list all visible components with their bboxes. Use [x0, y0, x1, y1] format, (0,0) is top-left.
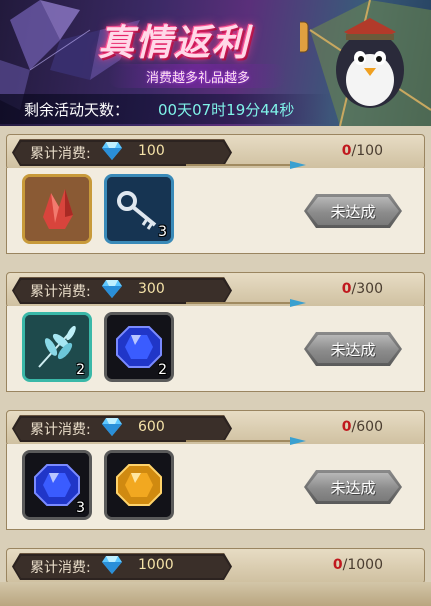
event-banner: 真情返利 消费越多礼品越多 剩余活动天数： 00天07时19分44秒 [0, 0, 431, 126]
tier-progress: 0/100 [341, 143, 383, 159]
button-label: 未达成 [330, 479, 376, 497]
tier-amount: 1000 [138, 557, 174, 573]
tier-card: 累计消费: 600 0/600 3 未达成 [6, 410, 425, 530]
reward-qty: 2 [158, 362, 167, 378]
tier-amount: 100 [138, 143, 165, 159]
tier-progress: 0/600 [341, 419, 383, 435]
countdown-label: 剩余活动天数： [24, 101, 130, 119]
button-label: 未达成 [330, 203, 376, 221]
gold-gem-icon [107, 453, 171, 517]
button-label: 未达成 [330, 341, 376, 359]
sword-divider-icon [186, 299, 306, 307]
reward-slot[interactable]: 2 [22, 312, 92, 382]
bottom-frame [0, 582, 431, 606]
tier-card: 累计消费: 100 0/100 3 未达成 [6, 134, 425, 254]
tier-amount: 300 [138, 281, 165, 297]
reward-qty: 3 [76, 500, 85, 516]
diamond-icon [102, 280, 122, 298]
not-achieved-button[interactable]: 未达成 [304, 194, 402, 228]
tier-label: 累计消费: [30, 146, 91, 162]
diamond-icon [102, 418, 122, 436]
reward-qty: 2 [76, 362, 85, 378]
tier-label: 累计消费: [30, 422, 91, 438]
tier-label: 累计消费: [30, 284, 91, 300]
tier-amount: 600 [138, 419, 165, 435]
diamond-icon [102, 556, 122, 574]
not-achieved-button[interactable]: 未达成 [304, 332, 402, 366]
banner-title: 真情返利 [98, 22, 251, 64]
reward-slot[interactable] [104, 450, 174, 520]
tier-progress: 0/1000 [332, 557, 383, 573]
penguin-mascot-icon [300, 0, 431, 126]
tier-card: 累计消费: 300 0/300 2 2 未达成 [6, 272, 425, 392]
reward-slot[interactable] [22, 174, 92, 244]
tier-label: 累计消费: [30, 560, 91, 576]
sword-divider-icon [186, 161, 306, 169]
reward-slot[interactable]: 2 [104, 312, 174, 382]
not-achieved-button[interactable]: 未达成 [304, 470, 402, 504]
red-crystal-icon [25, 177, 89, 241]
reward-qty: 3 [158, 224, 167, 240]
diamond-icon [102, 142, 122, 160]
reward-slot[interactable]: 3 [22, 450, 92, 520]
countdown-value: 00天07时19分44秒 [158, 101, 295, 119]
reward-slot[interactable]: 3 [104, 174, 174, 244]
banner-subtitle: 消费越多礼品越多 [145, 71, 250, 86]
tier-progress: 0/300 [341, 281, 383, 297]
sword-divider-icon [186, 437, 306, 445]
